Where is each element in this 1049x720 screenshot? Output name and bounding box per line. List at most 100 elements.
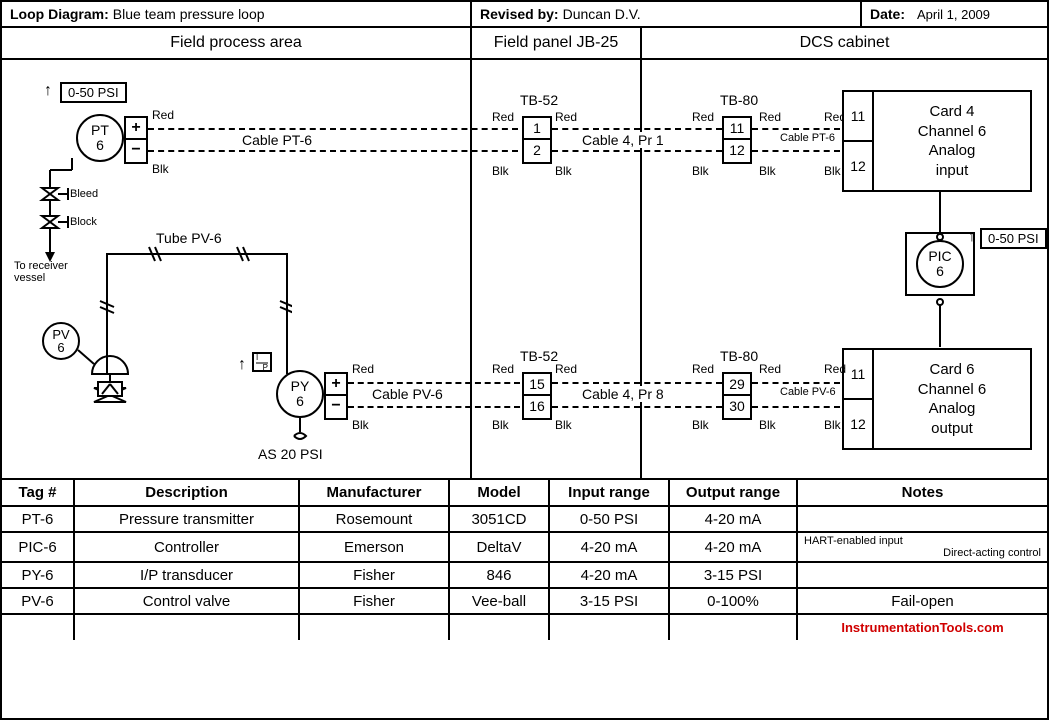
card-out-blk: Blk bbox=[824, 418, 841, 432]
area-dcs: DCS cabinet bbox=[642, 28, 1047, 58]
py-minus: − bbox=[326, 396, 346, 418]
py-plus: + bbox=[326, 374, 346, 396]
td: Rosemount bbox=[299, 506, 449, 532]
td bbox=[549, 614, 669, 640]
card-out-l3: Analog bbox=[874, 399, 1030, 419]
td bbox=[797, 562, 1047, 588]
tb80-top-1: 11 bbox=[724, 118, 750, 140]
cable4-pr8-label: Cable 4, Pr 8 bbox=[582, 386, 664, 402]
pic-range-box: 0-50 PSI bbox=[980, 228, 1047, 249]
td: PY-6 bbox=[2, 562, 74, 588]
td: 4-20 mA bbox=[669, 532, 797, 562]
td bbox=[797, 506, 1047, 532]
td: 3-15 PSI bbox=[549, 588, 669, 614]
table-header-row: Tag # Description Manufacturer Model Inp… bbox=[2, 480, 1047, 506]
td bbox=[299, 614, 449, 640]
tb52-bot-2: 16 bbox=[524, 396, 550, 418]
tb80-bot-blk-l: Blk bbox=[692, 418, 709, 432]
tb80-top-blk-r: Blk bbox=[759, 164, 776, 178]
tb80-bot: 29 30 bbox=[722, 372, 752, 420]
notes-line2: Direct-acting control bbox=[804, 547, 1041, 559]
card-out-t2: 12 bbox=[844, 400, 872, 448]
cable-pv6-blk bbox=[348, 406, 520, 408]
py-tag-b: 6 bbox=[278, 394, 322, 409]
spec-table: Tag # Description Manufacturer Model Inp… bbox=[2, 480, 1047, 640]
cable4-pr1-red bbox=[552, 128, 722, 130]
td: Vee-ball bbox=[449, 588, 549, 614]
header-loop: Loop Diagram: Blue team pressure loop bbox=[2, 2, 472, 26]
td: Controller bbox=[74, 532, 299, 562]
tube-label: Tube PV-6 bbox=[156, 230, 222, 246]
py-polarity: + − bbox=[324, 372, 348, 420]
td: Fisher bbox=[299, 562, 449, 588]
td: I/P transducer bbox=[74, 562, 299, 588]
td: Fail-open bbox=[797, 588, 1047, 614]
cable-pt6-blk bbox=[148, 150, 518, 152]
tb80-bot-1: 29 bbox=[724, 374, 750, 396]
card-in-l2: Channel 6 bbox=[874, 122, 1030, 142]
card-out-t1: 11 bbox=[844, 350, 872, 400]
tb52-top-1: 1 bbox=[524, 118, 550, 140]
date-label: Date: bbox=[870, 6, 905, 22]
td: 0-50 PSI bbox=[549, 506, 669, 532]
tb80-bot-red-l: Red bbox=[692, 362, 714, 376]
loop-title: Blue team pressure loop bbox=[113, 6, 265, 22]
pt-minus: − bbox=[126, 140, 146, 162]
td: Fisher bbox=[299, 588, 449, 614]
th-in: Input range bbox=[549, 480, 669, 506]
tb52-top-red-r: Red bbox=[555, 110, 577, 124]
card-in-l1: Card 4 bbox=[874, 102, 1030, 122]
td: DeltaV bbox=[449, 532, 549, 562]
cable-pv6b-label: Cable PV-6 bbox=[780, 386, 836, 398]
cable-pt6b-blk bbox=[752, 150, 840, 152]
tb52-top-red-l: Red bbox=[492, 110, 514, 124]
tb52-top-blk-r: Blk bbox=[555, 164, 572, 178]
td bbox=[449, 614, 549, 640]
tb80-label-top: TB-80 bbox=[720, 92, 758, 108]
divider-panel-dcs bbox=[640, 60, 642, 478]
pic-square bbox=[905, 232, 975, 296]
td bbox=[2, 614, 74, 640]
divider-field-panel bbox=[470, 60, 472, 478]
loop-diagram-sheet: Loop Diagram: Blue team pressure loop Re… bbox=[0, 0, 1049, 720]
air-supply-icon bbox=[292, 418, 308, 446]
rev-label: Revised by: bbox=[480, 6, 559, 22]
tb80-top-red-l: Red bbox=[692, 110, 714, 124]
bleed-block-valves-icon bbox=[12, 158, 102, 268]
td-notes: HART-enabled input Direct-acting control bbox=[797, 532, 1047, 562]
to-recv-1: To receiver bbox=[14, 260, 68, 272]
header-row: Loop Diagram: Blue team pressure loop Re… bbox=[2, 2, 1047, 28]
th-tag: Tag # bbox=[2, 480, 74, 506]
pt-bubble: PT 6 bbox=[76, 114, 124, 162]
tb52-label-top: TB-52 bbox=[520, 92, 558, 108]
pt-plus: + bbox=[126, 118, 146, 140]
th-model: Model bbox=[449, 480, 549, 506]
tb80-label-bot: TB-80 bbox=[720, 348, 758, 364]
td: Pressure transmitter bbox=[74, 506, 299, 532]
control-valve-icon bbox=[74, 336, 154, 406]
py-red: Red bbox=[352, 362, 374, 376]
pv-tag-b: 6 bbox=[44, 341, 78, 354]
notes-line1: HART-enabled input bbox=[804, 535, 1041, 547]
area-field: Field process area bbox=[2, 28, 472, 58]
td: 4-20 mA bbox=[549, 562, 669, 588]
pt-tag-b: 6 bbox=[78, 138, 122, 153]
card-out-red: Red bbox=[824, 362, 846, 376]
td: 3051CD bbox=[449, 506, 549, 532]
loop-label: Loop Diagram: bbox=[10, 6, 109, 22]
tb80-top-blk-l: Blk bbox=[692, 164, 709, 178]
cable4-pr8-blk bbox=[552, 406, 722, 408]
cable-pv6-label: Cable PV-6 bbox=[372, 386, 443, 402]
pt-range-box: 0-50 PSI bbox=[60, 82, 127, 103]
cable4-pr8-red bbox=[552, 382, 722, 384]
pt-polarity: + − bbox=[124, 116, 148, 164]
tb80-top-red-r: Red bbox=[759, 110, 781, 124]
card-in-t2: 12 bbox=[844, 142, 872, 190]
pt-arrow-icon: ↑ bbox=[44, 82, 52, 100]
th-desc: Description bbox=[74, 480, 299, 506]
tb80-bot-2: 30 bbox=[724, 396, 750, 418]
card-in-l3: Analog bbox=[874, 141, 1030, 161]
table-row: PT-6 Pressure transmitter Rosemount 3051… bbox=[2, 506, 1047, 532]
tb52-top-blk-l: Blk bbox=[492, 164, 509, 178]
tb52-top-2: 2 bbox=[524, 140, 550, 162]
